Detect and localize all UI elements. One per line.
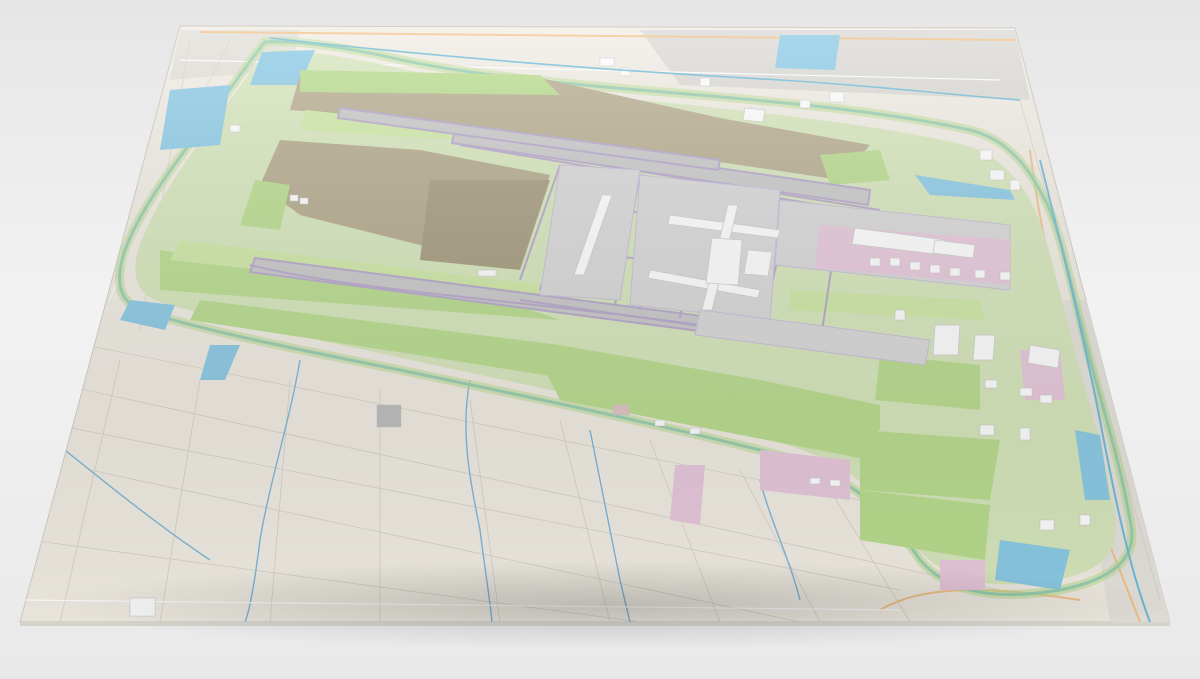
map-scene <box>0 0 1200 675</box>
lighting-overlay <box>20 26 1170 622</box>
model-shadow <box>40 560 1180 650</box>
